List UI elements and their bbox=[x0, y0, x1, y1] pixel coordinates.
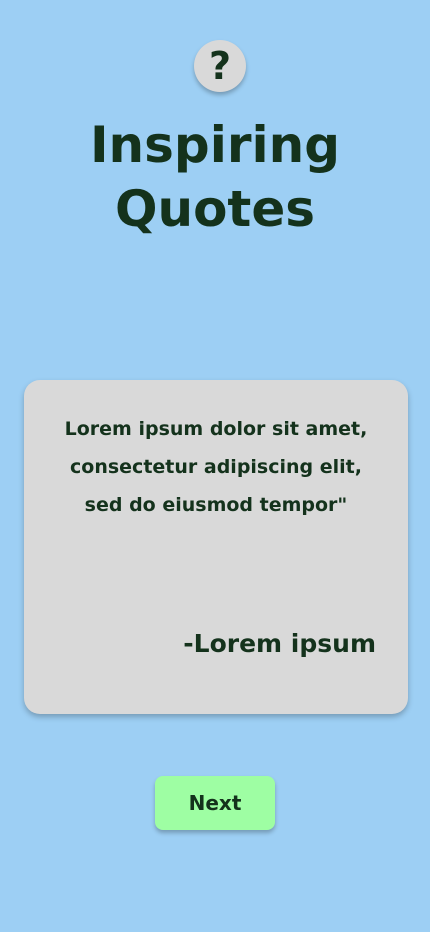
quote-line-3: sed do eiusmod tempor" bbox=[84, 494, 348, 516]
title-line-1: Inspiring bbox=[89, 116, 341, 174]
next-button[interactable]: Next bbox=[155, 776, 275, 830]
quote-text: Lorem ipsum dolor sit amet, consectetur … bbox=[44, 410, 388, 524]
question-mark-icon: ? bbox=[208, 44, 232, 88]
quote-card: Lorem ipsum dolor sit amet, consectetur … bbox=[24, 380, 408, 714]
page-title: Inspiring Quotes bbox=[0, 113, 430, 241]
help-button[interactable]: ? bbox=[194, 40, 246, 92]
quote-line-1: Lorem ipsum dolor sit amet, bbox=[64, 418, 368, 440]
quote-author: -Lorem ipsum bbox=[183, 629, 376, 658]
title-line-2: Quotes bbox=[114, 180, 316, 238]
quote-line-2: consectetur adipiscing elit, bbox=[70, 456, 362, 478]
